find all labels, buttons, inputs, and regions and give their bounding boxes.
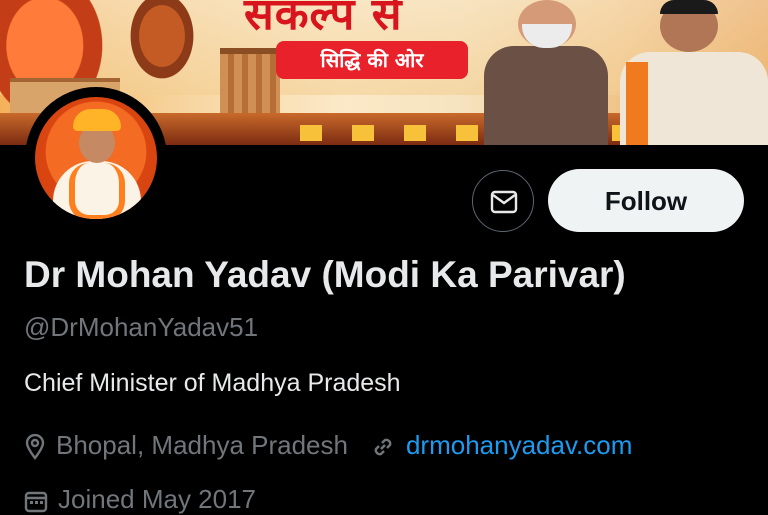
profile-handle: @DrMohanYadav51: [24, 312, 259, 342]
profile-website-wrap[interactable]: drmohanyadav.com: [370, 430, 632, 460]
profile-location: Bhopal, Madhya Pradesh: [56, 430, 348, 460]
profile-meta-location-row: Bhopal, Madhya Pradesh drmohanyadav.com: [24, 430, 632, 461]
envelope-icon: [490, 190, 518, 214]
banner-person-left: [480, 0, 610, 145]
profile-meta-joined-row: Joined May 2017: [24, 484, 256, 515]
profile-joined: Joined May 2017: [58, 484, 257, 514]
link-icon: [374, 438, 392, 456]
banner-person-right: [620, 0, 768, 145]
calendar-icon: [24, 491, 48, 513]
banner-statue: [122, 0, 202, 90]
map-pin-icon: [25, 434, 45, 461]
banner-headline: संकल्प से: [244, 0, 403, 40]
profile-website-link[interactable]: drmohanyadav.com: [406, 430, 632, 460]
avatar-photo: [35, 97, 157, 219]
follow-button[interactable]: Follow: [548, 169, 744, 232]
profile-bio: Chief Minister of Madhya Pradesh: [24, 369, 401, 397]
avatar[interactable]: [25, 87, 167, 229]
profile-name: Dr Mohan Yadav (Modi Ka Parivar): [24, 254, 626, 295]
message-button[interactable]: [472, 170, 534, 232]
banner-subline: सिद्धि की ओर: [276, 41, 468, 79]
